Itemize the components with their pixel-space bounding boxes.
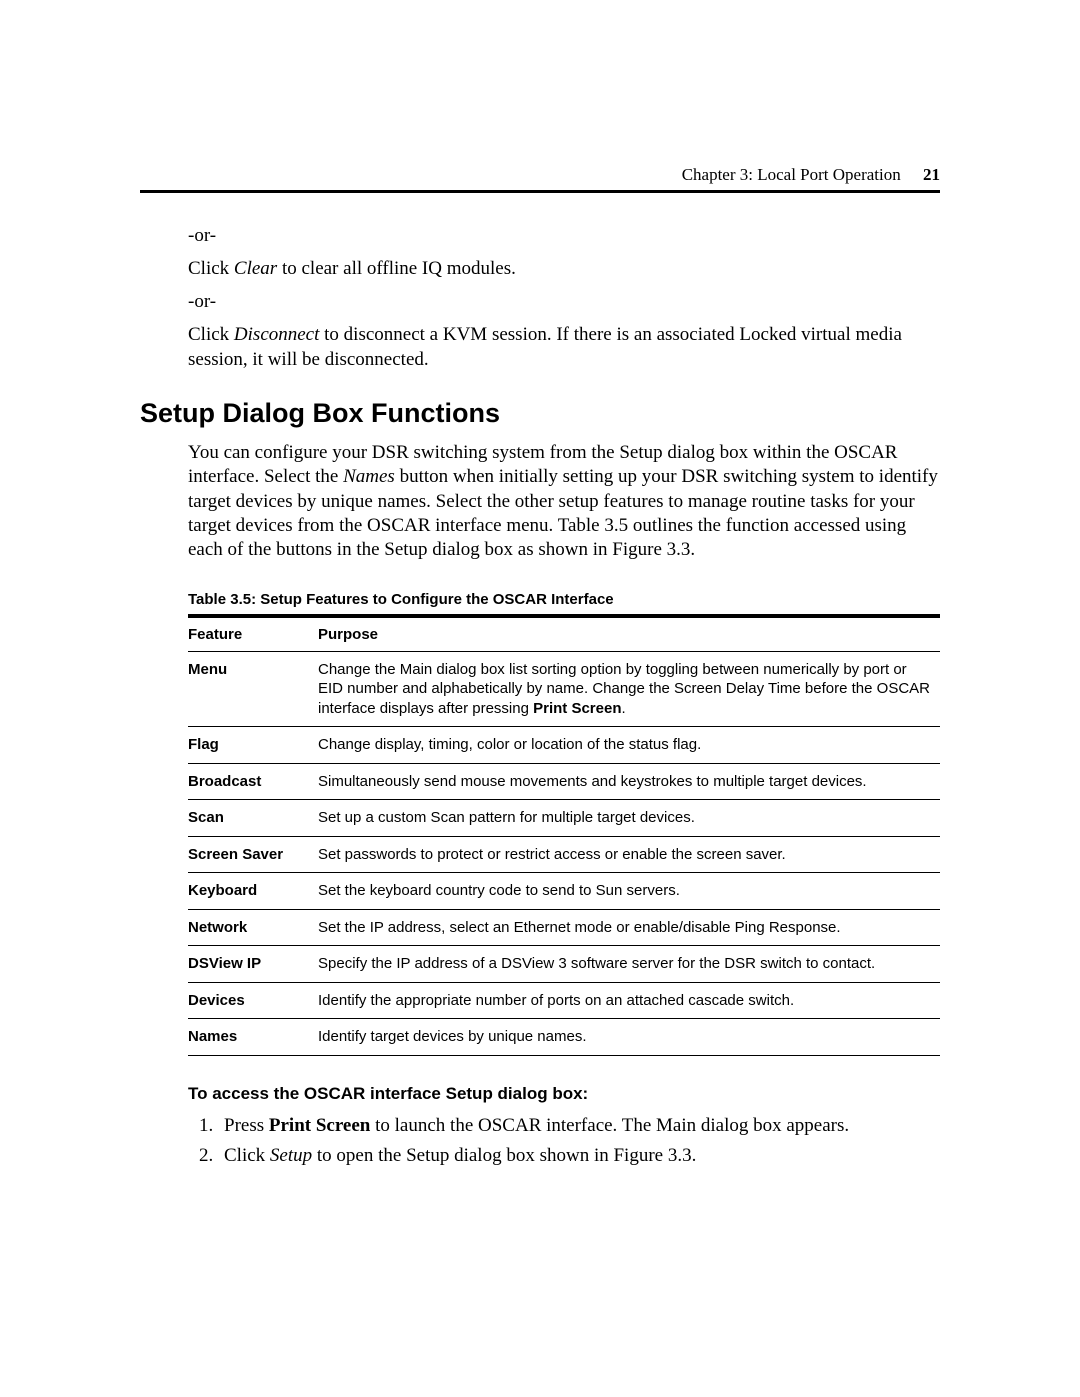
table-row: Keyboard Set the keyboard country code t… [188, 873, 940, 910]
table-row: Flag Change display, timing, color or lo… [188, 727, 940, 764]
step-item: Click Setup to open the Setup dialog box… [218, 1144, 940, 1169]
steps-list: Press Print Screen to launch the OSCAR i… [188, 1114, 940, 1169]
step-item: Press Print Screen to launch the OSCAR i… [218, 1114, 940, 1139]
feature-cell: Broadcast [188, 763, 318, 800]
feature-cell: Screen Saver [188, 836, 318, 873]
table-header-row: Feature Purpose [188, 616, 940, 652]
purpose-cell: Change the Main dialog box list sorting … [318, 651, 940, 727]
feature-cell: Devices [188, 982, 318, 1019]
purpose-cell: Set up a custom Scan pattern for multipl… [318, 800, 940, 837]
table-row: Screen Saver Set passwords to protect or… [188, 836, 940, 873]
section-body: You can configure your DSR switching sys… [188, 441, 940, 1169]
table-row: Menu Change the Main dialog box list sor… [188, 651, 940, 727]
purpose-cell: Identify target devices by unique names. [318, 1019, 940, 1056]
purpose-cell: Set passwords to protect or restrict acc… [318, 836, 940, 873]
feature-cell: Menu [188, 651, 318, 727]
chapter-label: Chapter 3: Local Port Operation [682, 165, 901, 184]
feature-cell: Keyboard [188, 873, 318, 910]
feature-cell: DSView IP [188, 946, 318, 983]
feature-cell: Names [188, 1019, 318, 1056]
access-subheading: To access the OSCAR interface Setup dial… [188, 1084, 940, 1104]
running-header: Chapter 3: Local Port Operation 21 [682, 165, 940, 185]
table-row: Scan Set up a custom Scan pattern for mu… [188, 800, 940, 837]
table-row: Names Identify target devices by unique … [188, 1019, 940, 1056]
section-paragraph: You can configure your DSR switching sys… [188, 441, 940, 563]
content-area: -or- Click Clear to clear all offline IQ… [140, 225, 940, 1169]
table-row: Network Set the IP address, select an Et… [188, 909, 940, 946]
table-row: Broadcast Simultaneously send mouse move… [188, 763, 940, 800]
or-separator: -or- [188, 291, 940, 313]
purpose-cell: Set the IP address, select an Ethernet m… [318, 909, 940, 946]
page: Chapter 3: Local Port Operation 21 -or- … [0, 0, 1080, 1397]
page-number: 21 [923, 165, 940, 184]
purpose-cell: Set the keyboard country code to send to… [318, 873, 940, 910]
col-purpose: Purpose [318, 616, 940, 652]
feature-table: Feature Purpose Menu Change the Main dia… [188, 614, 940, 1056]
purpose-cell: Specify the IP address of a DSView 3 sof… [318, 946, 940, 983]
feature-cell: Flag [188, 727, 318, 764]
feature-cell: Scan [188, 800, 318, 837]
col-feature: Feature [188, 616, 318, 652]
feature-cell: Network [188, 909, 318, 946]
section-heading: Setup Dialog Box Functions [140, 398, 940, 429]
or-separator: -or- [188, 225, 940, 247]
clear-instruction: Click Clear to clear all offline IQ modu… [188, 257, 940, 281]
purpose-cell: Change display, timing, color or locatio… [318, 727, 940, 764]
purpose-cell: Identify the appropriate number of ports… [318, 982, 940, 1019]
intro-block: -or- Click Clear to clear all offline IQ… [188, 225, 940, 372]
disconnect-instruction: Click Disconnect to disconnect a KVM ses… [188, 323, 940, 372]
purpose-cell: Simultaneously send mouse movements and … [318, 763, 940, 800]
table-row: Devices Identify the appropriate number … [188, 982, 940, 1019]
table-row: DSView IP Specify the IP address of a DS… [188, 946, 940, 983]
header-rule [140, 190, 940, 193]
table-caption: Table 3.5: Setup Features to Configure t… [188, 591, 940, 608]
